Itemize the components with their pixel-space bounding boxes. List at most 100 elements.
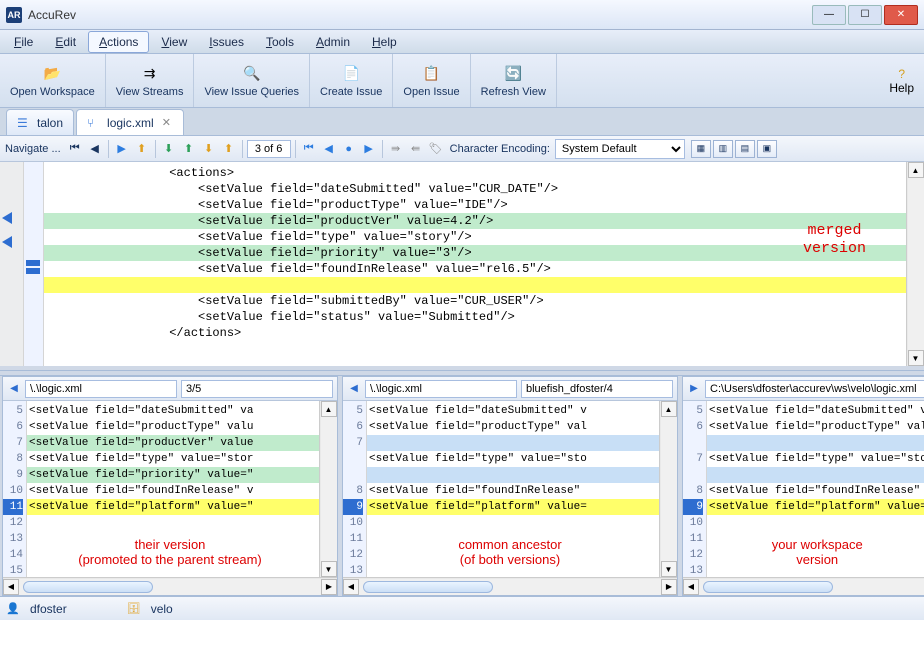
help-button[interactable]: ? Help: [879, 54, 924, 107]
scroll-up-button[interactable]: ▲: [908, 162, 924, 178]
menu-item-file[interactable]: File: [4, 32, 43, 52]
depot-icon: 🗄: [127, 602, 141, 616]
nav-merge-down-button[interactable]: ⬇: [200, 140, 218, 158]
main-toolbar: 📂 Open Workspace ⇉ View Streams 🔍 View I…: [0, 54, 924, 108]
code-line: <setValue field="productType" value="IDE…: [44, 197, 906, 213]
nav-merge-up-button[interactable]: ⬆: [220, 140, 238, 158]
nav-up-diff-button[interactable]: ⬆: [133, 140, 151, 158]
panel-version-field[interactable]: [181, 380, 333, 398]
view-issue-queries-button[interactable]: 🔍 View Issue Queries: [194, 54, 310, 107]
close-tab-icon[interactable]: ✕: [160, 116, 173, 129]
panel-code[interactable]: <setValue field="dateSubmitted" v<setVal…: [367, 401, 659, 577]
layout-3-button[interactable]: ▤: [735, 140, 755, 158]
nav-action2-button[interactable]: ⇚: [407, 140, 425, 158]
nav-next-diff-button[interactable]: ▶: [113, 140, 131, 158]
code-line: <setValue field="priority" value=": [27, 467, 319, 483]
window-title: AccuRev: [28, 8, 76, 22]
go-right-icon[interactable]: ▶: [687, 382, 701, 396]
tab-talon[interactable]: ☰ talon: [6, 109, 74, 135]
nav-prev-button[interactable]: ◀: [86, 140, 104, 158]
nav-prev-conflict-button[interactable]: ◀: [320, 140, 338, 158]
code-line: [707, 467, 924, 483]
nav-next-conflict-button[interactable]: ▶: [360, 140, 378, 158]
panel-yours: ▶ 5678910111213 <setValue field="dateSub…: [682, 376, 924, 596]
nav-action1-button[interactable]: ⇛: [387, 140, 405, 158]
panel-path-field[interactable]: [365, 380, 517, 398]
menu-item-help[interactable]: Help: [362, 32, 407, 52]
layout-2-button[interactable]: ▥: [713, 140, 733, 158]
line-gutter: 5678910111213: [683, 401, 707, 577]
menu-item-issues[interactable]: Issues: [199, 32, 254, 52]
panel-path-field[interactable]: [25, 380, 177, 398]
layout-1-button[interactable]: ▦: [691, 140, 711, 158]
encoding-select[interactable]: System Default: [555, 139, 685, 159]
go-left-icon[interactable]: ◀: [7, 382, 21, 396]
view-streams-button[interactable]: ⇉ View Streams: [106, 54, 195, 107]
position-field[interactable]: [247, 140, 291, 158]
code-line: <setValue field="productVer" value: [27, 435, 319, 451]
nav-take-right-button[interactable]: ⬆: [180, 140, 198, 158]
open-issue-button[interactable]: 📋 Open Issue: [393, 54, 470, 107]
panel-ancestor: ◀ 5678910111213 <setValue field="dateSub…: [342, 376, 678, 596]
tab-logic-xml[interactable]: ⑂ logic.xml ✕: [76, 109, 184, 135]
panel-path-field[interactable]: [705, 380, 924, 398]
menu-item-view[interactable]: View: [151, 32, 197, 52]
user-icon: 👤: [6, 602, 20, 616]
panel-vscrollbar[interactable]: ▲▼: [659, 401, 677, 577]
create-issue-button[interactable]: 📄 Create Issue: [310, 54, 393, 107]
code-line: <setValue field="productType" valu: [27, 419, 319, 435]
arrow-left-icon[interactable]: [2, 212, 12, 224]
nav-marker-button[interactable]: ●: [340, 140, 358, 158]
code-line: [707, 563, 924, 577]
open-workspace-button[interactable]: 📂 Open Workspace: [0, 54, 106, 107]
refresh-view-button[interactable]: 🔄 Refresh View: [471, 54, 557, 107]
query-icon: 🔍: [242, 64, 262, 84]
nav-first-conflict-button[interactable]: ⏮: [300, 140, 318, 158]
panel-version-field[interactable]: [521, 380, 673, 398]
nav-tag-button[interactable]: 🏷: [427, 140, 445, 158]
code-line: [367, 563, 659, 577]
menu-item-tools[interactable]: Tools: [256, 32, 304, 52]
merged-code[interactable]: merged version <actions> <setValue field…: [44, 162, 906, 366]
menu-item-admin[interactable]: Admin: [306, 32, 360, 52]
panel-vscrollbar[interactable]: ▲▼: [319, 401, 337, 577]
tab-label: logic.xml: [107, 116, 154, 130]
arrow-left-icon[interactable]: [2, 236, 12, 248]
window-maximize-button[interactable]: ☐: [848, 5, 882, 25]
panel-hscrollbar[interactable]: ◀▶: [3, 577, 337, 595]
code-line: <setValue field="dateSubmitted" va: [707, 403, 924, 419]
code-line: <setValue field="type" value="sto: [707, 451, 924, 467]
go-left-icon[interactable]: ◀: [347, 382, 361, 396]
tab-label: talon: [37, 116, 63, 130]
status-user: dfoster: [30, 602, 67, 616]
code-line: [27, 547, 319, 563]
code-line: [367, 467, 659, 483]
panel-code[interactable]: <setValue field="dateSubmitted" va<setVa…: [27, 401, 319, 577]
code-line: [367, 531, 659, 547]
code-line: <setValue field="productType" val: [367, 419, 659, 435]
nav-first-button[interactable]: ⏮: [66, 140, 84, 158]
code-line: <setValue field="foundInRelease" value="…: [44, 261, 906, 277]
folder-icon: 📂: [42, 64, 62, 84]
code-line: <setValue field="platform" value=: [707, 499, 924, 515]
panel-hscrollbar[interactable]: ◀▶: [683, 577, 924, 595]
layout-4-button[interactable]: ▣: [757, 140, 777, 158]
code-line: </actions>: [44, 325, 906, 341]
panel-hscrollbar[interactable]: ◀▶: [343, 577, 677, 595]
window-minimize-button[interactable]: —: [812, 5, 846, 25]
menu-item-edit[interactable]: Edit: [45, 32, 86, 52]
code-line: [707, 515, 924, 531]
nav-take-left-button[interactable]: ⬇: [160, 140, 178, 158]
streams-icon: ⇉: [140, 64, 160, 84]
panel-theirs: ◀ 56789101112131415 <setValue field="dat…: [2, 376, 338, 596]
panel-code[interactable]: <setValue field="dateSubmitted" va <setVa…: [707, 401, 924, 577]
encoding-label: Character Encoding:: [447, 143, 553, 155]
code-line: <setValue field="foundInRelease": [707, 483, 924, 499]
menu-item-actions[interactable]: Actions: [88, 31, 149, 53]
code-line: [27, 515, 319, 531]
window-close-button[interactable]: ✕: [884, 5, 918, 25]
scroll-down-button[interactable]: ▼: [908, 350, 924, 366]
code-line: <setValue field="platform" value=: [367, 499, 659, 515]
merged-minimap[interactable]: [24, 162, 44, 366]
merged-vscrollbar[interactable]: ▲ ▼: [906, 162, 924, 366]
